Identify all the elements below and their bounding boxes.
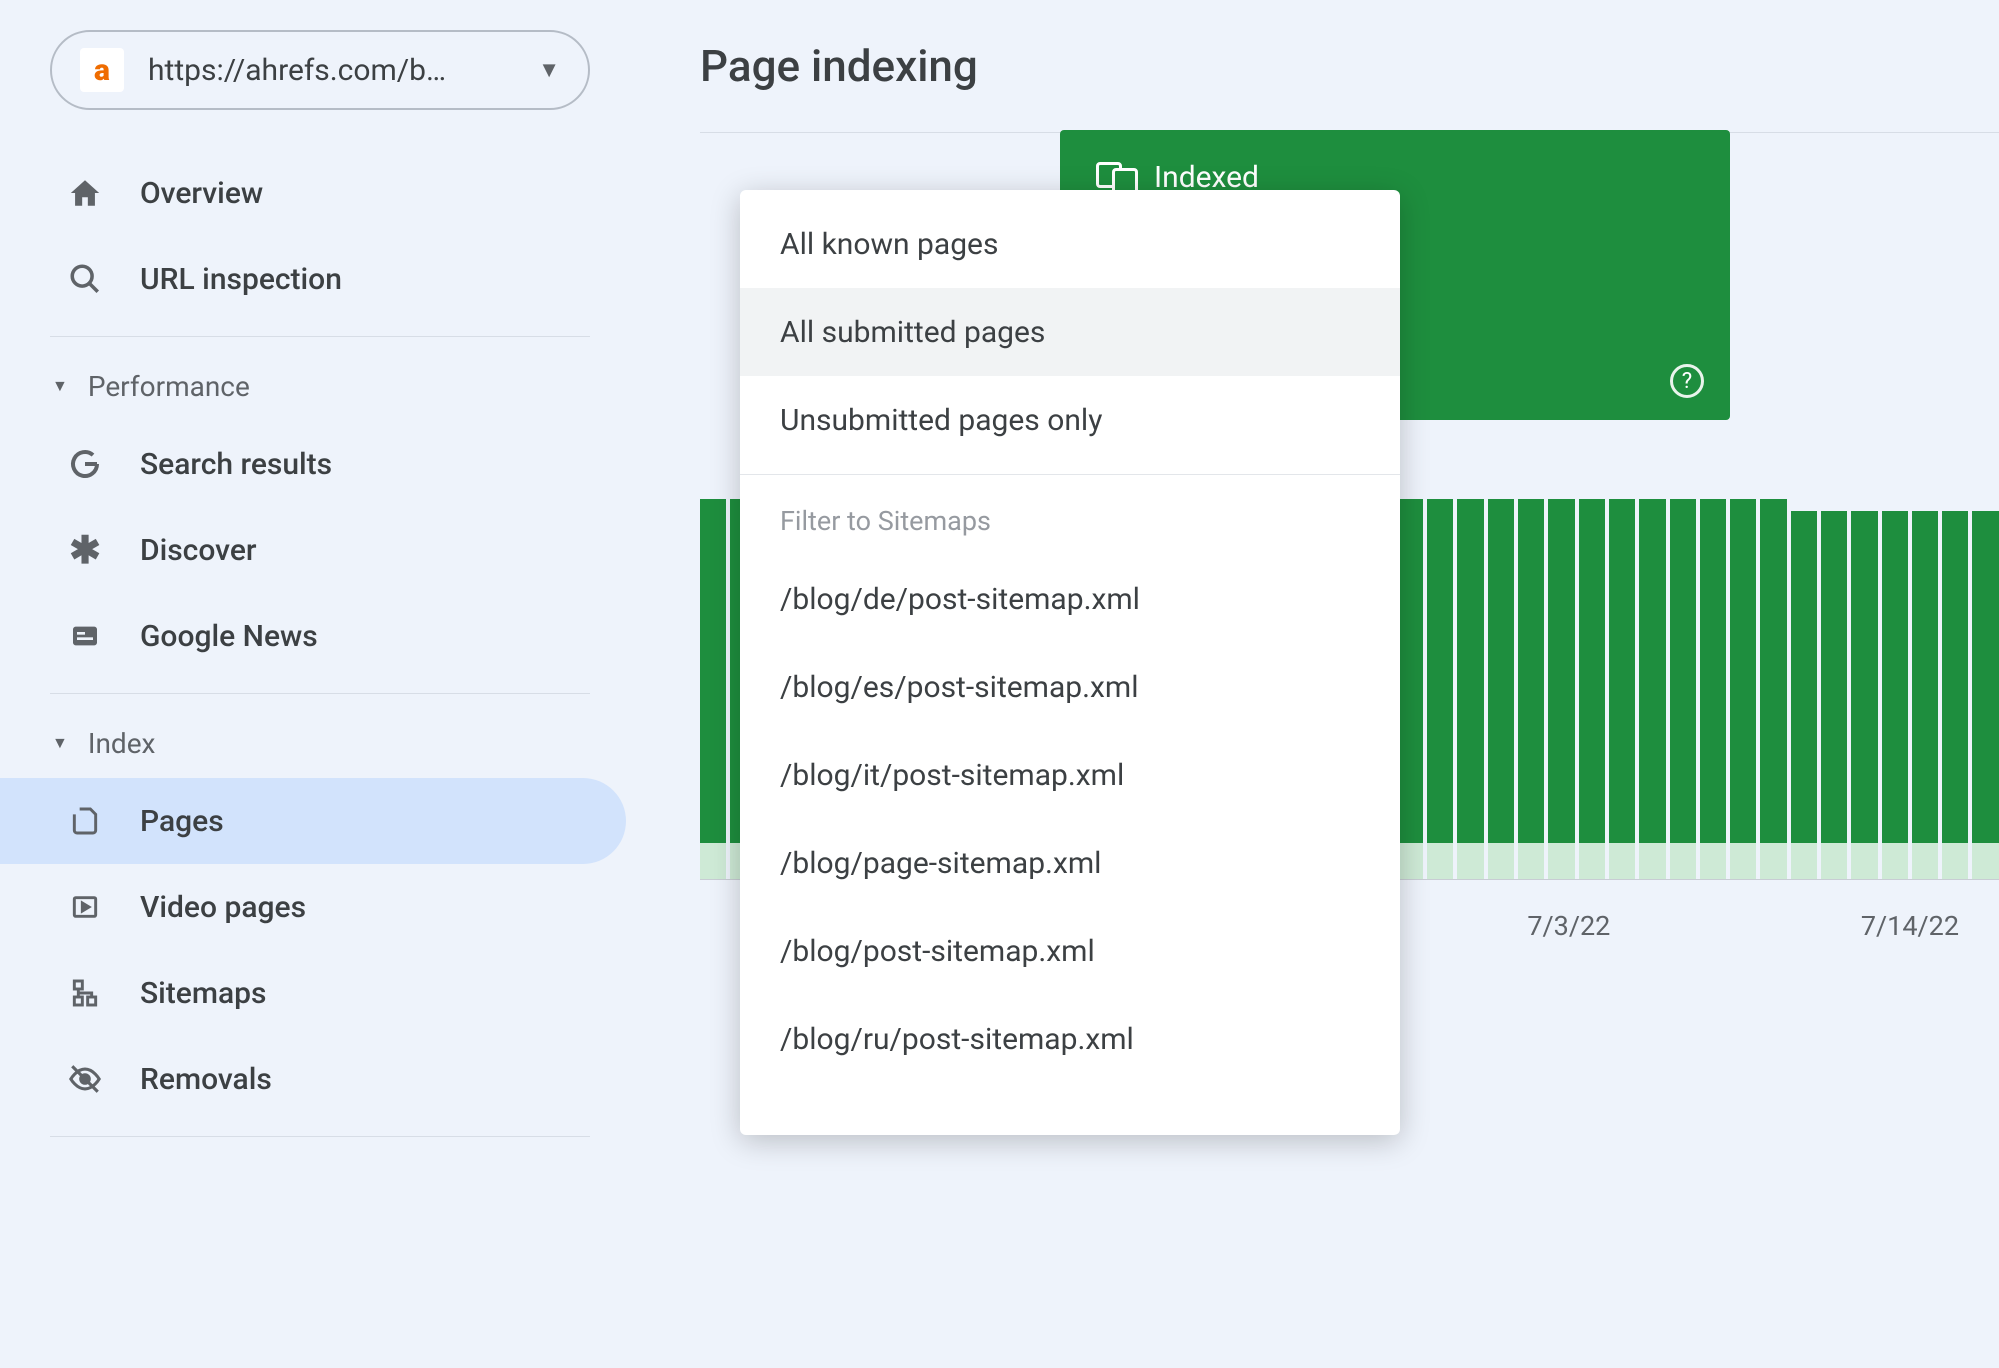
sidebar-item-discover[interactable]: ✱ Discover — [0, 507, 626, 593]
sidebar-item-google-news[interactable]: Google News — [0, 593, 626, 679]
sidebar-item-label: Video pages — [140, 890, 306, 925]
section-label: Index — [88, 727, 156, 760]
chart-bar[interactable] — [1548, 499, 1574, 879]
main-content: Page indexing — [700, 0, 1999, 133]
filter-option-all-submitted[interactable]: All submitted pages — [740, 288, 1400, 376]
sitemap-option[interactable]: /blog/de/post-sitemap.xml — [740, 555, 1400, 643]
sidebar-item-pages[interactable]: Pages — [0, 778, 626, 864]
sitemap-option[interactable]: /blog/post-sitemap.xml — [740, 907, 1400, 995]
chart-bar[interactable] — [1760, 499, 1786, 879]
sidebar-item-sitemaps[interactable]: Sitemaps — [0, 950, 626, 1036]
chart-bar[interactable] — [1912, 511, 1938, 879]
search-icon — [66, 260, 104, 298]
chart-bar[interactable] — [1639, 499, 1665, 879]
sitemap-option[interactable]: /blog/page-sitemap.xml — [740, 819, 1400, 907]
google-icon — [66, 445, 104, 483]
chart-bar[interactable] — [1518, 499, 1544, 879]
chart-bar[interactable] — [1972, 511, 1998, 879]
sidebar-item-removals[interactable]: Removals — [0, 1036, 626, 1122]
home-icon — [66, 174, 104, 212]
chart-bar[interactable] — [1942, 511, 1968, 879]
chart-bar[interactable] — [1670, 499, 1696, 879]
section-header-performance[interactable]: ▼ Performance — [0, 351, 640, 421]
video-pages-icon — [66, 888, 104, 926]
sitemap-filter-header: Filter to Sitemaps — [740, 475, 1400, 555]
sitemap-icon — [66, 974, 104, 1012]
overlap-icon — [1096, 162, 1138, 194]
sitemap-option[interactable]: /blog/ru/post-sitemap.xml — [740, 995, 1400, 1083]
chart-bar[interactable] — [1397, 499, 1423, 879]
divider — [50, 336, 590, 337]
sidebar-item-label: URL inspection — [140, 262, 342, 297]
sitemap-option[interactable]: /blog/it/post-sitemap.xml — [740, 731, 1400, 819]
sidebar-item-label: Removals — [140, 1062, 272, 1097]
sidebar-item-search-results[interactable]: Search results — [0, 421, 626, 507]
chart-bar[interactable] — [1851, 511, 1877, 879]
filter-option-all-known[interactable]: All known pages — [740, 200, 1400, 288]
pages-icon — [66, 802, 104, 840]
chart-bar[interactable] — [1791, 511, 1817, 879]
section-header-index[interactable]: ▼ Index — [0, 708, 640, 778]
chart-bar[interactable] — [1700, 499, 1726, 879]
chart-bar[interactable] — [1821, 511, 1847, 879]
divider — [50, 693, 590, 694]
x-tick: 7/3/22 — [1527, 910, 1610, 942]
chart-bar[interactable] — [700, 499, 726, 879]
sidebar-item-video-pages[interactable]: Video pages — [0, 864, 626, 950]
filter-option-unsubmitted[interactable]: Unsubmitted pages only — [740, 376, 1400, 464]
sidebar-item-label: Overview — [140, 176, 263, 211]
sidebar-item-label: Pages — [140, 804, 224, 839]
chevron-down-icon: ▼ — [52, 733, 68, 753]
chart-bar[interactable] — [1488, 499, 1514, 879]
sitemap-option-cutoff[interactable]: … — [740, 1083, 1400, 1135]
filter-dropdown: All known pages All submitted pages Unsu… — [740, 190, 1400, 1135]
property-favicon: a — [80, 48, 124, 92]
sidebar-item-url-inspection[interactable]: URL inspection — [0, 236, 626, 322]
divider — [50, 1136, 590, 1137]
sitemap-option[interactable]: /blog/es/post-sitemap.xml — [740, 643, 1400, 731]
chart-bar[interactable] — [1882, 511, 1908, 879]
chart-bar[interactable] — [1609, 499, 1635, 879]
sidebar: a https://ahrefs.com/b… ▼ Overview URL i… — [0, 0, 640, 1368]
x-tick: 7/14/22 — [1861, 910, 1959, 942]
property-url: https://ahrefs.com/b… — [148, 53, 538, 88]
chevron-down-icon: ▼ — [538, 57, 560, 83]
sidebar-item-overview[interactable]: Overview — [0, 150, 626, 236]
section-label: Performance — [88, 370, 250, 403]
property-selector[interactable]: a https://ahrefs.com/b… ▼ — [50, 30, 590, 110]
sidebar-item-label: Google News — [140, 619, 318, 654]
page-title: Page indexing — [700, 40, 1999, 132]
chart-bar[interactable] — [1457, 499, 1483, 879]
sidebar-item-label: Search results — [140, 447, 332, 482]
asterisk-icon: ✱ — [66, 531, 104, 569]
chart-bar[interactable] — [1730, 499, 1756, 879]
chevron-down-icon: ▼ — [52, 376, 68, 396]
sidebar-item-label: Sitemaps — [140, 976, 266, 1011]
sidebar-item-label: Discover — [140, 533, 257, 568]
chart-bar[interactable] — [1427, 499, 1453, 879]
chart-bar[interactable] — [1579, 499, 1605, 879]
help-icon[interactable]: ? — [1670, 364, 1704, 398]
news-icon — [66, 617, 104, 655]
eye-off-icon — [66, 1060, 104, 1098]
